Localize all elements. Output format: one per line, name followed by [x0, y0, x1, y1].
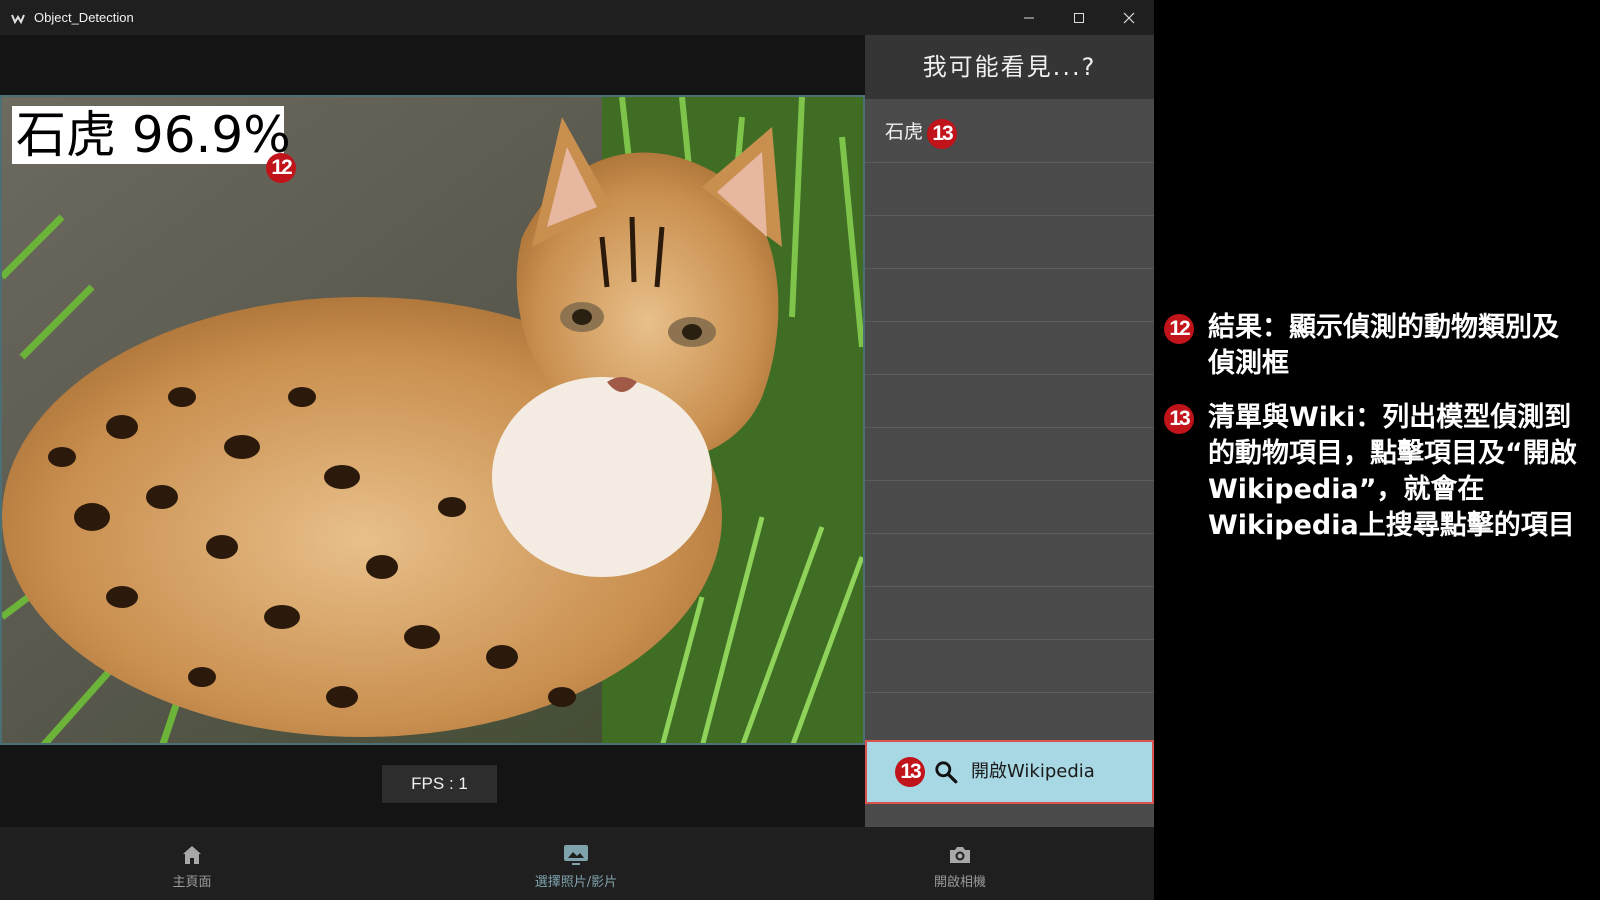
title-bar[interactable]: Object_Detection — [0, 0, 1154, 35]
camera-icon — [880, 843, 1040, 867]
home-icon — [112, 843, 272, 867]
leopard-cat-photo — [2, 97, 863, 743]
list-item-empty — [865, 216, 1154, 269]
detection-list: 石虎 13 — [865, 99, 1154, 693]
list-item-empty — [865, 163, 1154, 216]
close-button[interactable] — [1104, 0, 1154, 35]
legend-item-13: 13 清單與Wiki：列出模型偵測到的動物項目，點擊項目及“開啟Wikipedi… — [1164, 400, 1584, 544]
maximize-button[interactable] — [1054, 0, 1104, 35]
list-item-empty — [865, 481, 1154, 534]
minimize-icon — [1024, 17, 1034, 18]
list-item-empty — [865, 375, 1154, 428]
detection-image-area: 石虎 96.9% 12 — [0, 95, 865, 745]
list-item-empty — [865, 587, 1154, 640]
app-logo-icon — [10, 10, 26, 26]
list-item-empty — [865, 428, 1154, 481]
maximize-icon — [1074, 12, 1084, 23]
app-window: Object_Detection 石虎 96.9% 12 FPS: 1 我可能… — [0, 0, 1154, 900]
list-item-empty — [865, 269, 1154, 322]
nav-open-camera-label: 開啟相機 — [933, 875, 986, 890]
annotation-badge-13: 13 — [1164, 404, 1194, 434]
list-item-empty — [865, 534, 1154, 587]
annotation-badge-12: 12 — [266, 153, 296, 183]
annotation-badge-13: 13 — [895, 757, 925, 787]
image-toolbar-area — [0, 35, 865, 95]
annotation-badge-12: 12 — [1164, 314, 1194, 344]
panel-title: 我可能看見...? — [865, 35, 1154, 99]
search-icon — [935, 761, 958, 784]
nav-home[interactable]: 主頁面 — [112, 827, 272, 900]
image-gallery-icon — [496, 843, 656, 867]
annotation-badge-13: 13 — [927, 119, 957, 149]
fps-counter: FPS : 1 — [382, 765, 497, 803]
list-item-empty — [865, 322, 1154, 375]
close-icon — [1123, 12, 1135, 23]
list-item[interactable]: 石虎 13 — [865, 99, 1154, 163]
open-wikipedia-button[interactable]: 13 開啟Wikipedia — [865, 740, 1154, 804]
nav-select-media-label: 選擇照片/影片 — [534, 875, 618, 890]
nav-select-media[interactable]: 選擇照片/影片 — [496, 827, 656, 900]
legend-item-12: 12 結果：顯示偵測的動物類別及偵測框 — [1164, 310, 1584, 382]
list-item-label: 石虎 — [885, 121, 924, 143]
nav-open-camera[interactable]: 開啟相機 — [880, 827, 1040, 900]
detection-label: 石虎 96.9% — [12, 106, 291, 164]
status-area: FPS : 1 — [0, 745, 865, 827]
bottom-navigation: 主頁面 選擇照片/影片 開啟相機 — [0, 827, 1154, 900]
minimize-button[interactable] — [1004, 0, 1054, 35]
nav-home-label: 主頁面 — [172, 875, 212, 890]
annotation-legend: 12 結果：顯示偵測的動物類別及偵測框 13 清單與Wiki：列出模型偵測到的動… — [1164, 310, 1584, 562]
window-title: Object_Detection — [34, 10, 134, 25]
list-item-empty — [865, 640, 1154, 693]
open-wikipedia-label: 開啟Wikipedia — [971, 761, 1095, 782]
legend-text: 結果：顯示偵測的動物類別及偵測框 — [1208, 312, 1559, 379]
legend-text: 清單與Wiki：列出模型偵測到的動物項目，點擊項目及“開啟Wikipedia”，… — [1208, 402, 1577, 541]
detection-list-panel: 我可能看見...? 石虎 13 13 開啟Wikipedia — [865, 35, 1154, 827]
